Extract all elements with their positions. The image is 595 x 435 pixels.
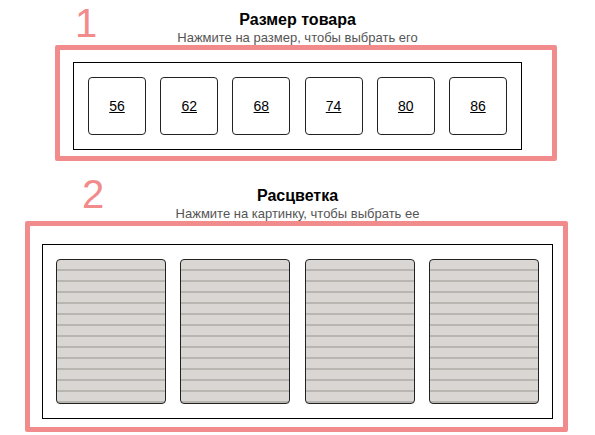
size-button[interactable]: 86 [449,77,507,135]
size-button[interactable]: 68 [232,77,290,135]
annotation-number: 2 [82,174,104,214]
color-photo[interactable] [180,259,290,404]
highlight-box [25,221,568,432]
size-button[interactable]: 74 [305,77,363,135]
swatch-list [42,244,553,419]
color-section: Расцветка Нажмите на картинку, чтобы выб… [0,186,595,432]
size-button[interactable]: 62 [160,77,218,135]
annotation-number: 1 [75,3,97,43]
size-button[interactable]: 56 [88,77,146,135]
color-photo[interactable] [56,259,166,404]
size-button[interactable]: 80 [377,77,435,135]
size-list: 566268 748086 [73,62,522,150]
highlight-box: 566268 748086 [55,45,557,161]
color-photo[interactable] [429,259,539,404]
color-photo[interactable] [305,259,415,404]
